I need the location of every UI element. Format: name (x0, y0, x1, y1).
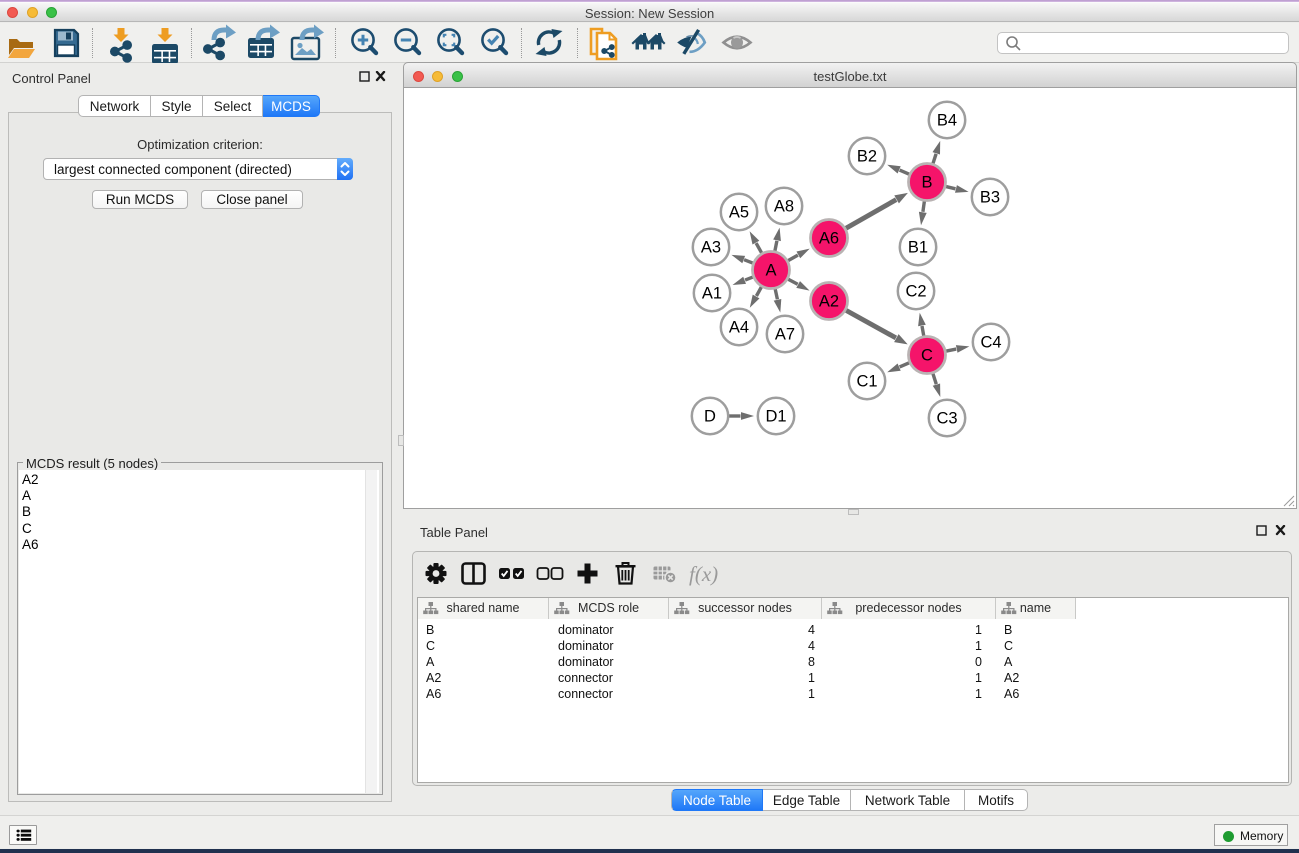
svg-text:B1: B1 (908, 239, 928, 257)
svg-text:B4: B4 (937, 112, 957, 130)
svg-text:C3: C3 (936, 410, 957, 428)
svg-text:B: B (921, 174, 932, 192)
svg-text:D1: D1 (765, 408, 786, 426)
svg-text:f(x): f(x) (689, 562, 718, 586)
svg-text:A6: A6 (819, 230, 839, 248)
svg-text:C2: C2 (905, 283, 926, 301)
svg-text:A7: A7 (775, 326, 795, 344)
svg-text:A5: A5 (729, 204, 749, 222)
svg-text:C: C (921, 347, 933, 365)
svg-text:C1: C1 (856, 373, 877, 391)
svg-text:A4: A4 (729, 319, 749, 337)
svg-text:A8: A8 (774, 198, 794, 216)
svg-text:D: D (704, 408, 716, 426)
svg-text:C4: C4 (980, 334, 1001, 352)
svg-text:B3: B3 (980, 189, 1000, 207)
svg-text:A1: A1 (702, 285, 722, 303)
svg-text:A: A (765, 262, 776, 280)
svg-text:A2: A2 (819, 293, 839, 311)
svg-text:B2: B2 (857, 148, 877, 166)
svg-text:A3: A3 (701, 239, 721, 257)
